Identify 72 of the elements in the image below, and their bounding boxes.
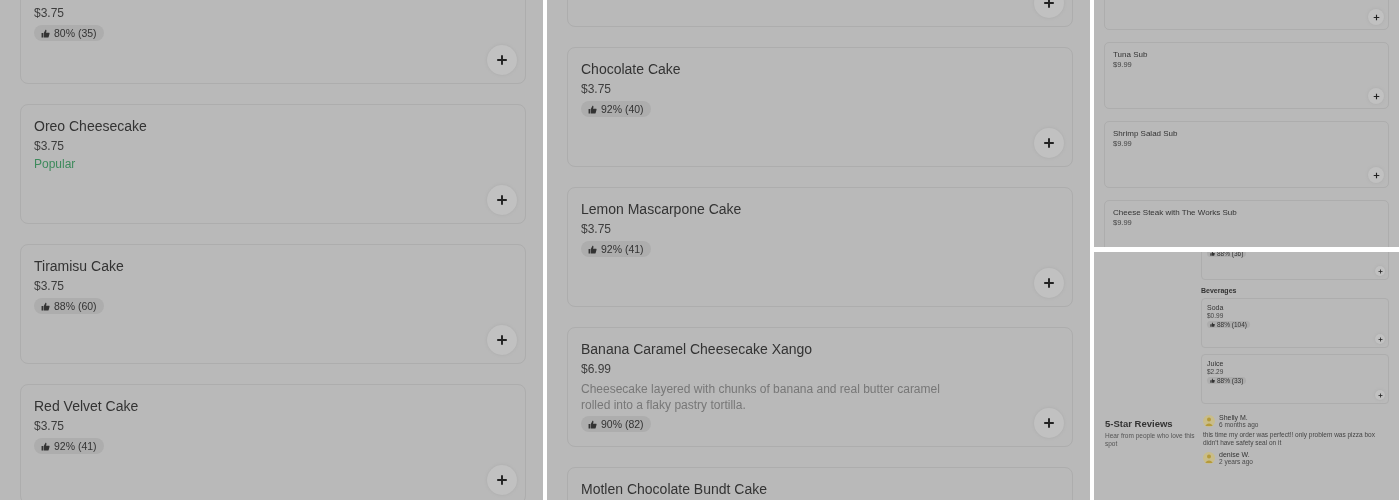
item-name: Tuna Sub xyxy=(1113,50,1148,60)
rating-text: 92% (41) xyxy=(601,243,644,255)
add-button[interactable] xyxy=(1375,334,1385,344)
item-price: $6.99 xyxy=(581,361,612,378)
item-name: Chocolate Cake xyxy=(581,60,681,78)
rating-text: 80% (35) xyxy=(54,27,97,39)
menu-item-card[interactable]: $3.75 80% (35) xyxy=(20,0,526,84)
item-description: Cheesecake layered with chunks of banana and real butter caramel rolled into a flaky pastry tortilla. xyxy=(581,381,941,413)
plus-icon xyxy=(496,474,508,486)
rating-text: 92% (41) xyxy=(54,440,97,452)
thumbs-up-icon xyxy=(588,419,597,429)
add-button[interactable] xyxy=(1368,88,1384,104)
menu-item-card[interactable]: Banana Caramel Cheesecake Xango $6.99 Cheesecake layered with chunks of banana and real butter caramel rolled into a flaky pastry tortilla. 90% (82) xyxy=(567,327,1073,447)
avatar-icon xyxy=(1203,452,1215,464)
plus-icon xyxy=(1372,171,1380,179)
add-button[interactable] xyxy=(487,325,517,355)
thumbs-up-icon xyxy=(588,244,597,254)
item-price: $3.75 xyxy=(581,81,612,98)
menu-item-card[interactable]: Tiramisu Cake $3.75 88% (60) xyxy=(20,244,526,364)
plus-icon xyxy=(1043,417,1055,429)
plus-icon xyxy=(496,54,508,66)
plus-icon xyxy=(1043,0,1055,9)
add-button[interactable] xyxy=(487,185,517,215)
item-name: Tiramisu Cake xyxy=(34,257,124,275)
add-button[interactable] xyxy=(1375,266,1385,276)
menu-item-card[interactable]: Lemon Mascarpone Cake $3.75 92% (41) xyxy=(567,187,1073,307)
add-button[interactable] xyxy=(1368,167,1384,183)
item-name: Banana Caramel Cheesecake Xango xyxy=(581,340,813,358)
menu-item-card[interactable]: Motlen Chocolate Bundt Cake xyxy=(567,467,1073,500)
thumbs-up-icon xyxy=(41,28,50,38)
plus-icon xyxy=(1372,13,1380,21)
item-price: $3.75 xyxy=(34,278,65,295)
thumbs-up-icon xyxy=(1210,252,1215,256)
menu-item-card[interactable]: Oreo Cheesecake $3.75 Popular xyxy=(20,104,526,224)
item-price: $3.75 xyxy=(34,138,65,155)
item-name: Red Velvet Cake xyxy=(34,397,139,415)
item-name: Motlen Chocolate Bundt Cake xyxy=(581,480,767,498)
item-name: Shrimp Salad Sub xyxy=(1113,129,1178,139)
add-button[interactable] xyxy=(487,45,517,75)
plus-icon xyxy=(1043,137,1055,149)
reviews-heading: 5-Star Reviews xyxy=(1105,418,1174,429)
thumbs-up-icon xyxy=(41,301,50,311)
plus-icon xyxy=(1377,268,1383,274)
menu-item-card[interactable]: Chocolate Cake $3.75 92% (40) xyxy=(567,47,1073,167)
item-name: Lemon Mascarpone Cake xyxy=(581,200,742,218)
plus-icon xyxy=(1377,392,1383,398)
plus-icon xyxy=(496,194,508,206)
rating-text: 88% (60) xyxy=(54,300,97,312)
item-price: $3.75 xyxy=(581,221,612,238)
plus-icon xyxy=(1377,336,1383,342)
popular-label: Popular xyxy=(34,156,76,173)
thumbs-up-icon xyxy=(588,104,597,114)
add-button[interactable] xyxy=(1375,390,1385,400)
add-button[interactable] xyxy=(1368,9,1384,25)
item-name: Oreo Cheesecake xyxy=(34,117,147,135)
thumbs-up-icon xyxy=(1210,322,1215,327)
plus-icon xyxy=(1043,277,1055,289)
add-button[interactable] xyxy=(487,465,517,495)
rating-text: 90% (82) xyxy=(601,418,644,430)
thumbs-up-icon xyxy=(1210,378,1215,383)
menu-item-card[interactable]: Red Velvet Cake $3.75 92% (41) xyxy=(20,384,526,500)
plus-icon xyxy=(1372,92,1380,100)
add-button[interactable] xyxy=(1034,268,1064,298)
add-button[interactable] xyxy=(1034,408,1064,438)
item-name: Cheese Steak with The Works Sub xyxy=(1113,208,1237,218)
add-button[interactable] xyxy=(1034,128,1064,158)
thumbs-up-icon xyxy=(41,441,50,451)
plus-icon xyxy=(496,334,508,346)
rating-text: 92% (40) xyxy=(601,103,644,115)
avatar-icon xyxy=(1203,415,1215,427)
item-price: $3.75 xyxy=(34,418,65,435)
item-price: $3.75 xyxy=(34,5,65,22)
